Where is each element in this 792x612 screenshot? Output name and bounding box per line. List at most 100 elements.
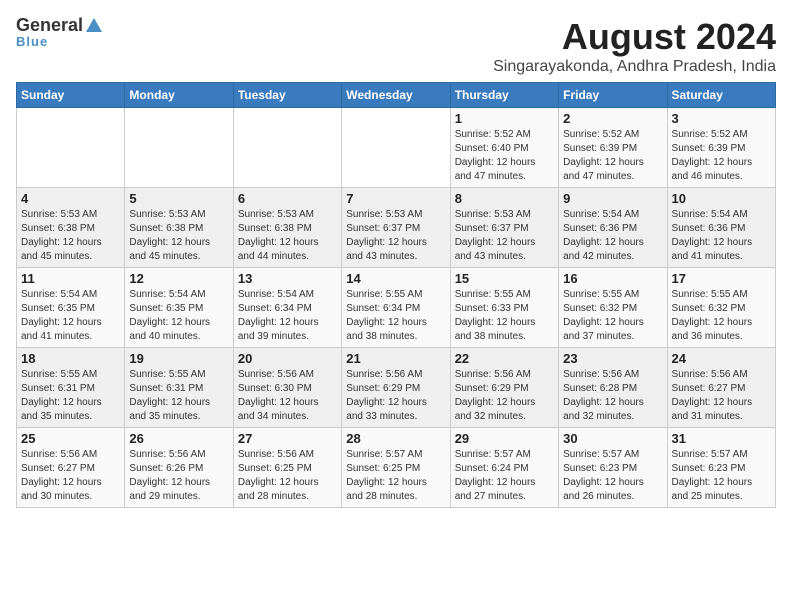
day-info: Sunrise: 5:56 AMSunset: 6:26 PMDaylight:… <box>129 448 228 504</box>
day-info: Sunrise: 5:57 AMSunset: 6:23 PMDaylight:… <box>563 448 662 504</box>
logo-text-blue: Blue <box>16 34 48 49</box>
day-number: 8 <box>455 191 554 206</box>
day-info: Sunrise: 5:53 AMSunset: 6:38 PMDaylight:… <box>21 208 120 264</box>
day-info: Sunrise: 5:56 AMSunset: 6:29 PMDaylight:… <box>455 368 554 424</box>
day-number: 5 <box>129 191 228 206</box>
day-number: 4 <box>21 191 120 206</box>
day-info: Sunrise: 5:53 AMSunset: 6:37 PMDaylight:… <box>455 208 554 264</box>
dow-header-wednesday: Wednesday <box>342 83 450 108</box>
day-number: 9 <box>563 191 662 206</box>
calendar-cell: 30Sunrise: 5:57 AMSunset: 6:23 PMDayligh… <box>559 428 667 508</box>
day-info: Sunrise: 5:53 AMSunset: 6:38 PMDaylight:… <box>129 208 228 264</box>
day-number: 11 <box>21 271 120 286</box>
day-number: 18 <box>21 351 120 366</box>
day-number: 16 <box>563 271 662 286</box>
calendar-body: 1 Sunrise: 5:52 AMSunset: 6:40 PMDaylight… <box>17 108 776 508</box>
calendar-title: August 2024 <box>493 16 776 58</box>
day-number: 3 <box>672 111 771 126</box>
dow-header-saturday: Saturday <box>667 83 775 108</box>
day-number: 27 <box>238 431 337 446</box>
day-number: 21 <box>346 351 445 366</box>
day-info: Sunrise: 5:55 AMSunset: 6:31 PMDaylight:… <box>21 368 120 424</box>
calendar-cell: 25 Sunrise: 5:56 AMSunset: 6:27 PMDayligh… <box>17 428 125 508</box>
calendar-cell: 23 Sunrise: 5:56 AMSunset: 6:28 PMDayligh… <box>559 348 667 428</box>
calendar-cell: 15Sunrise: 5:55 AMSunset: 6:33 PMDayligh… <box>450 268 558 348</box>
dow-header-thursday: Thursday <box>450 83 558 108</box>
day-info: Sunrise: 5:54 AMSunset: 6:36 PMDaylight:… <box>563 208 662 264</box>
day-info: Sunrise: 5:56 AMSunset: 6:30 PMDaylight:… <box>238 368 337 424</box>
day-info: Sunrise: 5:57 AMSunset: 6:25 PMDaylight:… <box>346 448 445 504</box>
calendar-cell: 14Sunrise: 5:55 AMSunset: 6:34 PMDayligh… <box>342 268 450 348</box>
day-info: Sunrise: 5:56 AMSunset: 6:25 PMDaylight:… <box>238 448 337 504</box>
day-number: 29 <box>455 431 554 446</box>
calendar-cell: 28 Sunrise: 5:57 AMSunset: 6:25 PMDayligh… <box>342 428 450 508</box>
day-info: Sunrise: 5:54 AMSunset: 6:36 PMDaylight:… <box>672 208 771 264</box>
week-row-3: 11Sunrise: 5:54 AMSunset: 6:35 PMDayligh… <box>17 268 776 348</box>
week-row-5: 25 Sunrise: 5:56 AMSunset: 6:27 PMDayligh… <box>17 428 776 508</box>
calendar-cell: 13 Sunrise: 5:54 AMSunset: 6:34 PMDayligh… <box>233 268 341 348</box>
day-number: 12 <box>129 271 228 286</box>
day-info: Sunrise: 5:55 AMSunset: 6:32 PMDaylight:… <box>563 288 662 344</box>
calendar-cell: 17 Sunrise: 5:55 AMSunset: 6:32 PMDayligh… <box>667 268 775 348</box>
day-number: 28 <box>346 431 445 446</box>
day-number: 31 <box>672 431 771 446</box>
calendar-cell <box>233 108 341 188</box>
day-info: Sunrise: 5:55 AMSunset: 6:34 PMDaylight:… <box>346 288 445 344</box>
day-info: Sunrise: 5:56 AMSunset: 6:27 PMDaylight:… <box>672 368 771 424</box>
dow-header-sunday: Sunday <box>17 83 125 108</box>
calendar-cell: 27 Sunrise: 5:56 AMSunset: 6:25 PMDayligh… <box>233 428 341 508</box>
calendar-table: SundayMondayTuesdayWednesdayThursdayFrid… <box>16 82 776 508</box>
page-header: General Blue August 2024 Singarayakonda,… <box>16 16 776 76</box>
day-number: 2 <box>563 111 662 126</box>
calendar-cell: 3 Sunrise: 5:52 AMSunset: 6:39 PMDaylight… <box>667 108 775 188</box>
week-row-2: 4 Sunrise: 5:53 AMSunset: 6:38 PMDaylight… <box>17 188 776 268</box>
logo: General Blue <box>16 16 103 49</box>
calendar-cell: 12Sunrise: 5:54 AMSunset: 6:35 PMDayligh… <box>125 268 233 348</box>
day-info: Sunrise: 5:55 AMSunset: 6:31 PMDaylight:… <box>129 368 228 424</box>
logo-text-general: General <box>16 16 83 34</box>
calendar-cell: 29Sunrise: 5:57 AMSunset: 6:24 PMDayligh… <box>450 428 558 508</box>
calendar-cell: 31Sunrise: 5:57 AMSunset: 6:23 PMDayligh… <box>667 428 775 508</box>
day-info: Sunrise: 5:56 AMSunset: 6:28 PMDaylight:… <box>563 368 662 424</box>
day-number: 1 <box>455 111 554 126</box>
title-block: August 2024 Singarayakonda, Andhra Prade… <box>493 16 776 76</box>
calendar-subtitle: Singarayakonda, Andhra Pradesh, India <box>493 58 776 76</box>
day-info: Sunrise: 5:53 AMSunset: 6:37 PMDaylight:… <box>346 208 445 264</box>
week-row-1: 1 Sunrise: 5:52 AMSunset: 6:40 PMDaylight… <box>17 108 776 188</box>
day-info: Sunrise: 5:56 AMSunset: 6:27 PMDaylight:… <box>21 448 120 504</box>
calendar-cell: 10 Sunrise: 5:54 AMSunset: 6:36 PMDayligh… <box>667 188 775 268</box>
day-number: 13 <box>238 271 337 286</box>
calendar-cell <box>17 108 125 188</box>
day-number: 10 <box>672 191 771 206</box>
logo-icon <box>85 16 103 34</box>
calendar-cell: 11Sunrise: 5:54 AMSunset: 6:35 PMDayligh… <box>17 268 125 348</box>
day-info: Sunrise: 5:55 AMSunset: 6:33 PMDaylight:… <box>455 288 554 344</box>
day-info: Sunrise: 5:52 AMSunset: 6:40 PMDaylight:… <box>455 128 554 184</box>
day-number: 23 <box>563 351 662 366</box>
calendar-cell: 16 Sunrise: 5:55 AMSunset: 6:32 PMDayligh… <box>559 268 667 348</box>
day-info: Sunrise: 5:54 AMSunset: 6:34 PMDaylight:… <box>238 288 337 344</box>
calendar-cell: 5 Sunrise: 5:53 AMSunset: 6:38 PMDaylight… <box>125 188 233 268</box>
day-number: 26 <box>129 431 228 446</box>
day-number: 19 <box>129 351 228 366</box>
week-row-4: 18 Sunrise: 5:55 AMSunset: 6:31 PMDayligh… <box>17 348 776 428</box>
day-info: Sunrise: 5:53 AMSunset: 6:38 PMDaylight:… <box>238 208 337 264</box>
calendar-cell: 20Sunrise: 5:56 AMSunset: 6:30 PMDayligh… <box>233 348 341 428</box>
calendar-cell <box>342 108 450 188</box>
days-of-week-row: SundayMondayTuesdayWednesdayThursdayFrid… <box>17 83 776 108</box>
day-info: Sunrise: 5:55 AMSunset: 6:32 PMDaylight:… <box>672 288 771 344</box>
day-number: 22 <box>455 351 554 366</box>
calendar-cell: 19 Sunrise: 5:55 AMSunset: 6:31 PMDayligh… <box>125 348 233 428</box>
day-number: 6 <box>238 191 337 206</box>
calendar-cell: 21Sunrise: 5:56 AMSunset: 6:29 PMDayligh… <box>342 348 450 428</box>
day-number: 7 <box>346 191 445 206</box>
day-number: 17 <box>672 271 771 286</box>
calendar-cell: 1 Sunrise: 5:52 AMSunset: 6:40 PMDaylight… <box>450 108 558 188</box>
calendar-cell: 18 Sunrise: 5:55 AMSunset: 6:31 PMDayligh… <box>17 348 125 428</box>
day-number: 25 <box>21 431 120 446</box>
calendar-cell: 26 Sunrise: 5:56 AMSunset: 6:26 PMDayligh… <box>125 428 233 508</box>
calendar-cell: 4 Sunrise: 5:53 AMSunset: 6:38 PMDaylight… <box>17 188 125 268</box>
day-info: Sunrise: 5:52 AMSunset: 6:39 PMDaylight:… <box>672 128 771 184</box>
dow-header-tuesday: Tuesday <box>233 83 341 108</box>
day-info: Sunrise: 5:52 AMSunset: 6:39 PMDaylight:… <box>563 128 662 184</box>
